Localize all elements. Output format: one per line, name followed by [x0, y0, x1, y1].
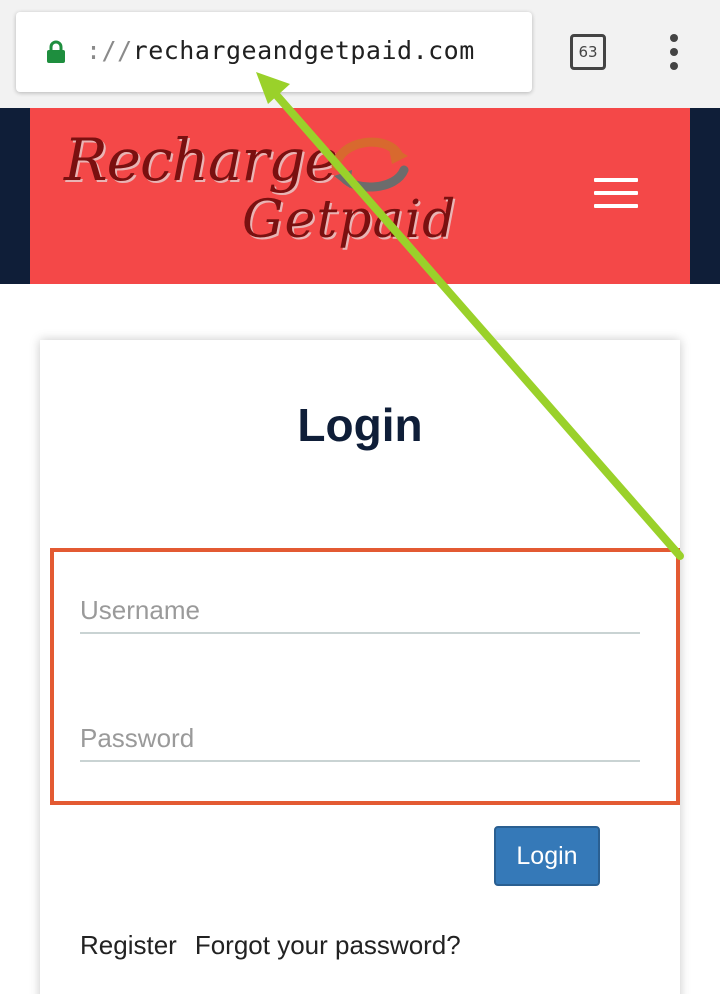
- url-scheme: ://: [86, 36, 133, 65]
- refresh-arrows-icon: [331, 137, 409, 192]
- url-text[interactable]: ://rechargeandgetpaid.com: [86, 36, 526, 65]
- password-input[interactable]: [80, 716, 640, 762]
- site-logo[interactable]: Recharge Getpaid: [64, 126, 484, 266]
- register-link[interactable]: Register: [80, 930, 177, 960]
- address-bar[interactable]: ://rechargeandgetpaid.com: [16, 12, 532, 92]
- site-header: Recharge Getpaid: [0, 108, 720, 284]
- lock-icon: [47, 40, 65, 63]
- login-card: Login Login Register Forgot your password…: [40, 340, 680, 994]
- tab-switcher-button[interactable]: 63: [570, 34, 606, 70]
- logo-text-getpaid: Getpaid: [242, 190, 457, 250]
- auth-links: Register Forgot your password?: [80, 930, 479, 961]
- login-button[interactable]: Login: [494, 826, 600, 886]
- logo-text-recharge: Recharge: [64, 126, 339, 194]
- more-vert-icon[interactable]: [664, 34, 684, 70]
- url-host: rechargeandgetpaid.com: [132, 36, 475, 65]
- browser-toolbar: ://rechargeandgetpaid.com 63: [0, 0, 720, 108]
- username-input[interactable]: [80, 588, 640, 634]
- header-banner: Recharge Getpaid: [30, 108, 690, 284]
- page: ://rechargeandgetpaid.com 63 Recharge Ge…: [0, 0, 720, 994]
- login-title: Login: [297, 399, 423, 451]
- forgot-password-link[interactable]: Forgot your password?: [195, 930, 461, 960]
- hamburger-menu-icon[interactable]: [594, 178, 638, 208]
